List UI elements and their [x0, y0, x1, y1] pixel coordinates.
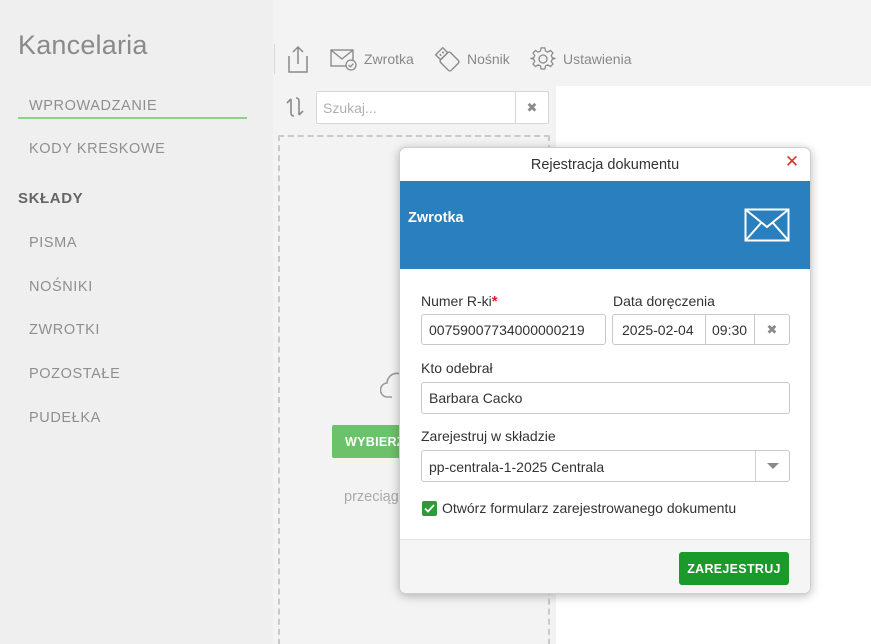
numer-label-text: Numer R-ki — [421, 293, 492, 309]
search-clear-button[interactable]: ✖ — [515, 92, 548, 123]
open-form-checkbox[interactable] — [422, 500, 437, 516]
banner-title: Zwrotka — [408, 210, 464, 226]
numer-label: Numer R-ki* — [421, 293, 498, 310]
delivery-time-value: 09:30 — [712, 321, 748, 338]
data-label: Data doręczenia — [613, 293, 715, 309]
refresh-icon — [286, 97, 304, 117]
open-form-checkbox-label: Otwórz formularz zarejestrowanego dokume… — [442, 500, 737, 516]
nosnik-label: Nośnik — [467, 51, 510, 67]
modal-banner: Zwrotka — [400, 181, 810, 269]
search-input[interactable] — [323, 100, 513, 116]
sidebar-item-kody-kreskowe[interactable]: KODY KRESKOWE — [29, 141, 165, 157]
zwrotka-button[interactable]: Zwrotka — [330, 42, 414, 76]
kto-label: Kto odebrał — [421, 360, 493, 376]
search-field: ✖ — [316, 91, 549, 124]
sidebar-item-pozostale[interactable]: POZOSTAŁE — [29, 366, 120, 382]
refresh-button[interactable] — [283, 95, 307, 119]
sidebar-item-pisma[interactable]: PISMA — [29, 235, 77, 251]
export-icon — [288, 45, 308, 73]
register-document-modal: Rejestracja dokumentu ✕ Zwrotka Numer R-… — [399, 147, 811, 594]
zwrotka-label: Zwrotka — [364, 51, 414, 67]
modal-title: Rejestracja dokumentu — [530, 156, 680, 173]
register-button[interactable]: ZAREJESTRUJ — [679, 552, 789, 585]
required-marker: * — [491, 293, 498, 310]
close-icon: ✖ — [766, 321, 778, 337]
sidebar-item-wprowadzanie[interactable]: WPROWADZANIE — [29, 98, 157, 114]
sklad-select[interactable]: pp-centrala-1-2025 Centrala — [421, 450, 790, 482]
envelope-check-icon — [330, 49, 357, 71]
delivery-datetime-field: 2025-02-04 09:30 ✖ — [612, 314, 790, 345]
receiver-input[interactable]: Barbara Cacko — [421, 382, 790, 414]
open-form-checkbox-row[interactable]: Otwórz formularz zarejestrowanego dokume… — [422, 500, 736, 516]
dropdown-toggle[interactable] — [755, 451, 789, 481]
date-clear-button[interactable]: ✖ — [755, 315, 789, 344]
usb-drive-icon — [434, 46, 460, 72]
nosnik-button[interactable]: Nośnik — [434, 42, 510, 76]
modal-close-button[interactable]: ✕ — [784, 152, 800, 171]
delivery-date-value: 2025-02-04 — [622, 321, 694, 338]
sklad-value: pp-centrala-1-2025 Centrala — [429, 459, 605, 475]
ustawienia-button[interactable]: Ustawienia — [530, 42, 631, 76]
toolbar-divider — [274, 44, 275, 74]
gear-icon — [530, 47, 556, 70]
ustawienia-label: Ustawienia — [563, 51, 632, 67]
checkmark-icon — [424, 503, 435, 513]
sidebar: Kancelaria WPROWADZANIE KODY KRESKOWE SK… — [0, 0, 273, 644]
sidebar-item-pudelka[interactable]: PUDEŁKA — [29, 410, 101, 426]
modal-header: Rejestracja dokumentu — [400, 148, 810, 181]
delivery-date-input[interactable]: 2025-02-04 — [613, 315, 706, 344]
sidebar-item-zwrotki[interactable]: ZWROTKI — [29, 322, 100, 338]
close-icon: ✖ — [526, 99, 538, 115]
sidebar-section-sklady[interactable]: SKŁADY — [18, 190, 83, 207]
modal-footer: ZAREJESTRUJ — [400, 539, 810, 593]
receiver-value: Barbara Cacko — [429, 390, 523, 406]
active-item-underline — [18, 117, 247, 119]
sklad-label: Zarejestruj w składzie — [421, 428, 556, 444]
export-button[interactable] — [286, 42, 310, 76]
envelope-icon — [744, 208, 790, 242]
numer-value: 00759007734000000219 — [429, 321, 585, 338]
delivery-time-input[interactable]: 09:30 — [706, 315, 755, 344]
chevron-down-icon — [766, 463, 779, 469]
close-icon: ✕ — [784, 152, 800, 171]
numer-input[interactable]: 00759007734000000219 — [421, 314, 606, 345]
drag-hint-text: przeciąg — [344, 489, 399, 505]
sidebar-item-nosniki[interactable]: NOŚNIKI — [29, 279, 93, 295]
app-title: Kancelaria — [18, 30, 148, 60]
